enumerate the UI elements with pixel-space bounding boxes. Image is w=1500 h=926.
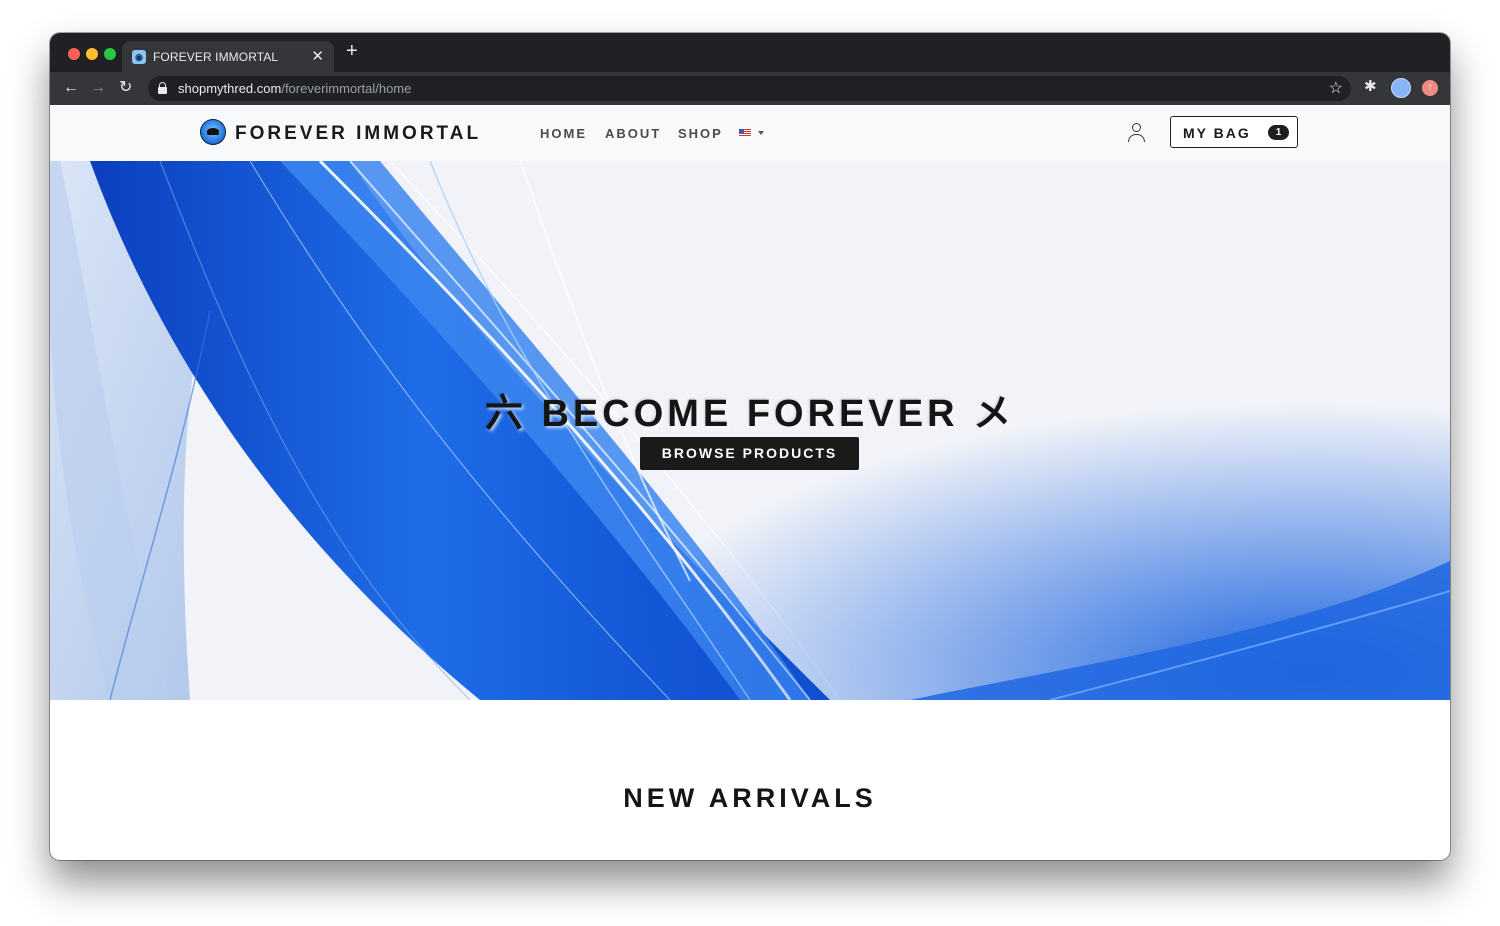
site-navbar: FOREVER IMMORTAL HOME ABOUT SHOP MY BAG … bbox=[50, 105, 1450, 161]
tab-title: FOREVER IMMORTAL bbox=[153, 50, 279, 64]
my-bag-button[interactable]: MY BAG 1 bbox=[1170, 116, 1298, 148]
browser-tab[interactable]: ◉ FOREVER IMMORTAL ✕ bbox=[122, 41, 334, 72]
browser-toolbar: ← → ↻ shopmythred.com/foreverimmortal/ho… bbox=[50, 72, 1450, 105]
browser-window: ◉ FOREVER IMMORTAL ✕ + ← → ↻ shopmythred… bbox=[50, 33, 1450, 860]
tab-close-icon[interactable]: ✕ bbox=[311, 47, 324, 65]
nav-link-shop[interactable]: SHOP bbox=[678, 126, 723, 141]
tab-bar: ◉ FOREVER IMMORTAL ✕ + bbox=[50, 33, 1450, 72]
new-arrivals-heading: NEW ARRIVALS bbox=[623, 783, 877, 813]
us-flag-icon[interactable] bbox=[739, 129, 751, 137]
nav-link-home[interactable]: HOME bbox=[540, 126, 587, 141]
address-bar[interactable]: shopmythred.com/foreverimmortal/home ☆ bbox=[148, 76, 1351, 101]
maximize-window-button[interactable] bbox=[104, 48, 116, 60]
nav-link-about[interactable]: ABOUT bbox=[605, 126, 661, 141]
browse-products-button[interactable]: BROWSE PRODUCTS bbox=[640, 437, 859, 470]
new-tab-button[interactable]: + bbox=[346, 41, 358, 61]
lock-icon[interactable] bbox=[158, 82, 167, 94]
brand-name-link[interactable]: FOREVER IMMORTAL bbox=[235, 123, 481, 145]
profile-avatar[interactable] bbox=[1391, 78, 1411, 98]
site-favicon-icon: ◉ bbox=[132, 50, 146, 64]
hero-title: 六 BECOME FOREVER メ bbox=[484, 393, 1016, 435]
close-window-button[interactable] bbox=[68, 48, 80, 60]
bag-label: MY BAG bbox=[1183, 125, 1251, 141]
brand-logo-icon[interactable] bbox=[200, 119, 226, 145]
chevron-down-icon[interactable] bbox=[758, 131, 764, 135]
url-path: /foreverimmortal/home bbox=[281, 81, 412, 96]
url-text[interactable]: shopmythred.com/foreverimmortal/home bbox=[178, 81, 411, 96]
update-icon[interactable]: ↑ bbox=[1422, 80, 1438, 96]
bookmark-star-icon[interactable]: ☆ bbox=[1329, 78, 1343, 98]
extensions-puzzle-icon[interactable]: ✱ bbox=[1364, 77, 1377, 95]
hero-banner: 六 BECOME FOREVER メ BROWSE PRODUCTS bbox=[50, 161, 1450, 700]
user-account-icon[interactable] bbox=[1128, 123, 1146, 143]
back-arrow-icon[interactable]: ← bbox=[63, 78, 79, 98]
forward-arrow-icon[interactable]: → bbox=[90, 78, 106, 98]
url-domain: shopmythred.com bbox=[178, 81, 282, 96]
minimize-window-button[interactable] bbox=[86, 48, 98, 60]
reload-icon[interactable]: ↻ bbox=[119, 78, 132, 98]
bag-count-badge: 1 bbox=[1268, 125, 1289, 140]
